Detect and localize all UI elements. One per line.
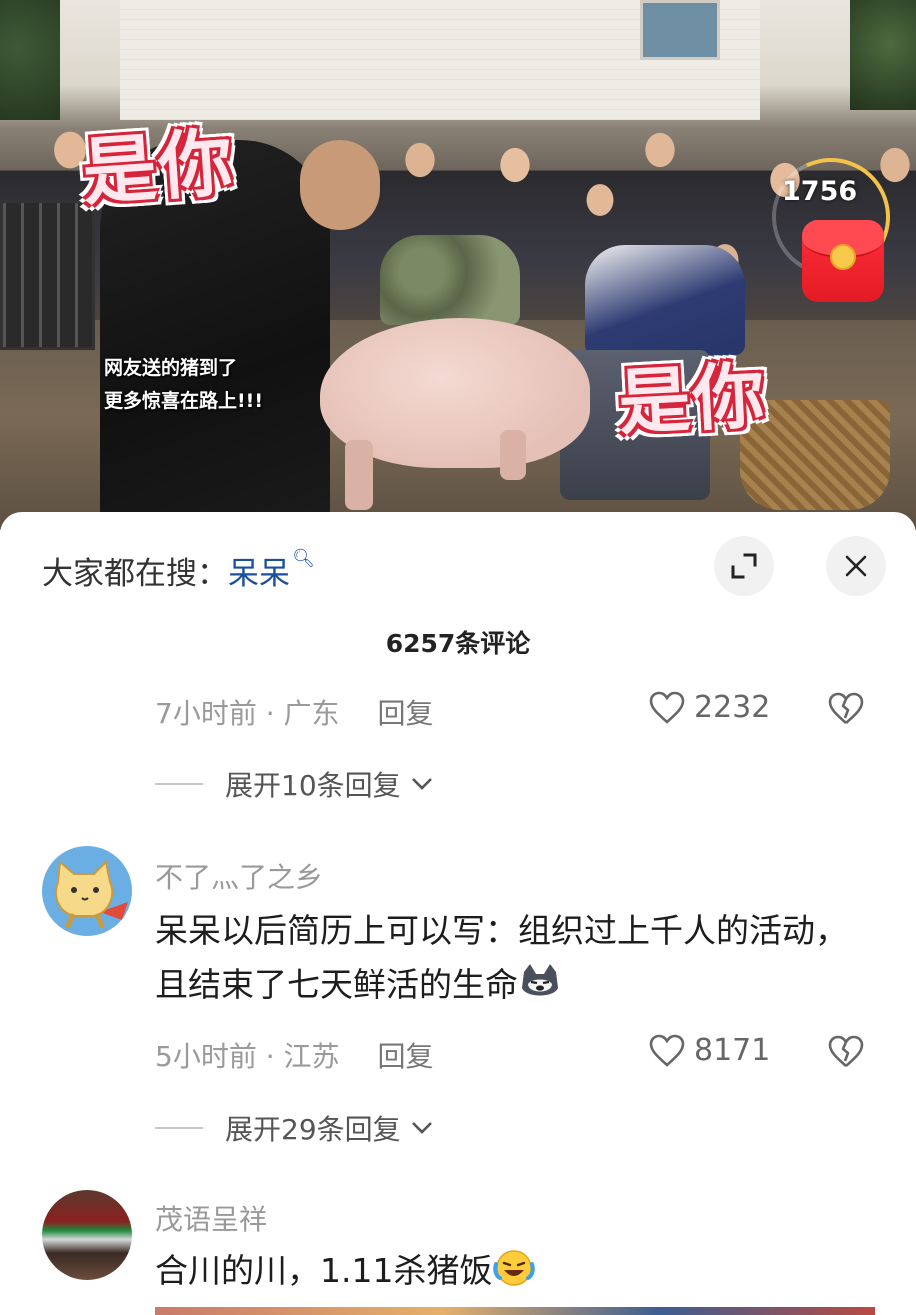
heart-icon bbox=[649, 1034, 685, 1067]
comment-time-location: 5小时前 · 江苏 bbox=[155, 1040, 340, 1073]
coin-icon bbox=[830, 244, 856, 270]
broken-heart-icon bbox=[828, 1035, 864, 1067]
comment-panel: 大家都在搜：呆呆 🔍︎ 6257条评论 7小时前 · 广东 回复 2232 展开10… bbox=[0, 512, 916, 1315]
avatar[interactable] bbox=[42, 1190, 132, 1280]
dislike-button[interactable] bbox=[826, 1035, 866, 1073]
pig-leg bbox=[345, 440, 373, 510]
dislike-button[interactable] bbox=[826, 692, 866, 730]
man-in-camo bbox=[380, 235, 520, 325]
divider-line bbox=[155, 783, 203, 785]
comment-count: 6257条评论 bbox=[385, 629, 531, 658]
comment-text-content: 合川的川，1.11杀猪饭 bbox=[155, 1251, 493, 1290]
like-button[interactable]: 8171 bbox=[648, 1033, 770, 1068]
expand-replies-label: 展开29条回复 bbox=[225, 1113, 401, 1146]
caption-line: 网友送的猪到了 bbox=[104, 357, 238, 379]
red-envelope-icon[interactable] bbox=[802, 220, 884, 302]
reply-button[interactable]: 回复 bbox=[378, 1040, 434, 1073]
chevron-down-icon bbox=[411, 778, 432, 790]
avatar[interactable] bbox=[42, 846, 132, 936]
comment-text: 合川的川，1.11杀猪饭 bbox=[155, 1244, 875, 1298]
pig-leg bbox=[500, 430, 526, 480]
expand-replies[interactable]: 展开29条回复 bbox=[155, 1108, 433, 1148]
comment-meta: 5小时前 · 江苏 回复 bbox=[155, 1035, 434, 1075]
search-icon: 🔍︎ bbox=[292, 548, 315, 569]
sticker-text-bottom: 是你 bbox=[616, 353, 769, 445]
trending-search-prefix: 大家都在搜： bbox=[42, 556, 228, 592]
trending-search[interactable]: 大家都在搜：呆呆 🔍︎ bbox=[42, 548, 315, 593]
red-packet-count: 1756 bbox=[782, 176, 858, 207]
expand-replies-label: 展开10条回复 bbox=[225, 769, 401, 802]
background-window bbox=[640, 0, 720, 60]
chevron-down-icon bbox=[411, 1122, 432, 1134]
reply-button[interactable]: 回复 bbox=[378, 697, 434, 730]
metal-cage bbox=[0, 200, 95, 350]
like-count: 8171 bbox=[694, 1033, 771, 1068]
heart-icon bbox=[649, 691, 685, 724]
expand-replies[interactable]: 展开10条回复 bbox=[155, 764, 433, 804]
comment-username[interactable]: 茂语呈祥 bbox=[155, 1198, 267, 1238]
expand-icon bbox=[731, 553, 757, 579]
comment-username[interactable]: 不了灬了之乡 bbox=[155, 856, 323, 896]
trending-search-keyword[interactable]: 呆呆 bbox=[228, 556, 290, 592]
expand-button[interactable] bbox=[714, 536, 774, 596]
sticker-text-top: 是你 bbox=[79, 119, 238, 217]
man-head bbox=[300, 140, 380, 230]
cat-avatar-icon bbox=[55, 859, 128, 929]
like-button[interactable]: 2232 bbox=[648, 690, 770, 725]
video-player[interactable]: 是你 是你 网友送的猪到了 更多惊喜在路上!!! 1756 bbox=[0, 0, 916, 530]
caption-line: 更多惊喜在路上!!! bbox=[104, 390, 263, 412]
video-caption: 网友送的猪到了 更多惊喜在路上!!! bbox=[104, 352, 263, 418]
next-comment-preview bbox=[155, 1307, 875, 1315]
husky-emoji-icon bbox=[522, 964, 558, 996]
close-button[interactable] bbox=[826, 536, 886, 596]
divider-line bbox=[155, 1127, 203, 1129]
close-icon bbox=[845, 555, 867, 577]
like-count: 2232 bbox=[694, 690, 771, 725]
broken-heart-icon bbox=[828, 692, 864, 724]
comment-text: 呆呆以后简历上可以写：组织过上千人的活动，且结束了七天鲜活的生命 bbox=[155, 904, 875, 1012]
laughing-crying-emoji-icon bbox=[493, 1250, 536, 1286]
red-packet-widget[interactable]: 1756 bbox=[755, 141, 907, 328]
comment-text-content: 呆呆以后简历上可以写：组织过上千人的活动，且结束了七天鲜活的生命 bbox=[155, 911, 848, 1004]
comment-meta: 7小时前 · 广东 回复 bbox=[155, 692, 434, 732]
comment-time-location: 7小时前 · 广东 bbox=[155, 697, 340, 730]
